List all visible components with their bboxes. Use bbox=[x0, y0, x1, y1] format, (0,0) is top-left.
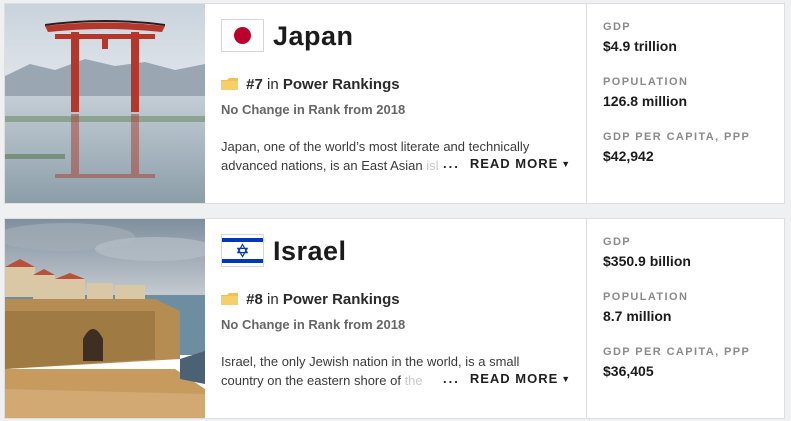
country-card-japan[interactable]: Japan #7 in Power Rankings No Change in … bbox=[4, 3, 785, 204]
population-label: Population bbox=[603, 291, 689, 303]
gdp-per-capita-value: $36,405 bbox=[603, 363, 654, 379]
power-rankings-link[interactable]: Power Rankings bbox=[283, 76, 400, 93]
power-ranking: #8 in Power Rankings bbox=[221, 291, 400, 308]
chevron-down-icon: ▼ bbox=[561, 159, 572, 169]
description-fade: the bbox=[400, 373, 423, 388]
gdp-per-capita-value: $42,942 bbox=[603, 148, 654, 164]
country-info: Japan #7 in Power Rankings No Change in … bbox=[205, 4, 586, 203]
gdp-label: GDP bbox=[603, 236, 632, 248]
population-value: 126.8 million bbox=[603, 93, 688, 109]
country-card-israel[interactable]: Israel #8 in Power Rankings No Change in… bbox=[4, 218, 785, 419]
rank-change: No Change in Rank from 2018 bbox=[221, 102, 406, 117]
country-stats: GDP $350.9 billion Population 8.7 millio… bbox=[586, 219, 785, 418]
ranking-badge-icon bbox=[221, 293, 238, 305]
country-name[interactable]: Israel bbox=[273, 236, 347, 267]
rank-in: in bbox=[267, 76, 279, 93]
read-more-label: READ MORE bbox=[469, 156, 559, 171]
rank-number: #8 bbox=[246, 291, 263, 308]
country-name[interactable]: Japan bbox=[273, 21, 354, 52]
power-rankings-link[interactable]: Power Rankings bbox=[283, 291, 400, 308]
rank-in: in bbox=[267, 291, 279, 308]
torii-gate-in-water-photo[interactable] bbox=[5, 4, 205, 203]
ranking-badge-icon bbox=[221, 78, 238, 90]
read-more-button[interactable]: ... READ MORE ▼ bbox=[439, 371, 572, 386]
gdp-per-capita-label: GDP per Capita, PPP bbox=[603, 346, 751, 358]
rank-number: #7 bbox=[246, 76, 263, 93]
read-more-label: READ MORE bbox=[469, 371, 559, 386]
coastal-old-city-walls-photo[interactable] bbox=[5, 219, 205, 418]
power-ranking: #7 in Power Rankings bbox=[221, 76, 400, 93]
gdp-value: $350.9 billion bbox=[603, 253, 691, 269]
gdp-per-capita-label: GDP per Capita, PPP bbox=[603, 131, 751, 143]
chevron-down-icon: ▼ bbox=[561, 374, 572, 384]
country-info: Israel #8 in Power Rankings No Change in… bbox=[205, 219, 586, 418]
gdp-value: $4.9 trillion bbox=[603, 38, 677, 54]
population-value: 8.7 million bbox=[603, 308, 672, 324]
country-stats: GDP $4.9 trillion Population 126.8 milli… bbox=[586, 4, 785, 203]
read-more-button[interactable]: ... READ MORE ▼ bbox=[439, 156, 572, 171]
rank-change: No Change in Rank from 2018 bbox=[221, 317, 406, 332]
population-label: Population bbox=[603, 76, 689, 88]
israel-flag-icon bbox=[221, 234, 264, 267]
japan-flag-icon bbox=[221, 19, 264, 52]
gdp-label: GDP bbox=[603, 21, 632, 33]
